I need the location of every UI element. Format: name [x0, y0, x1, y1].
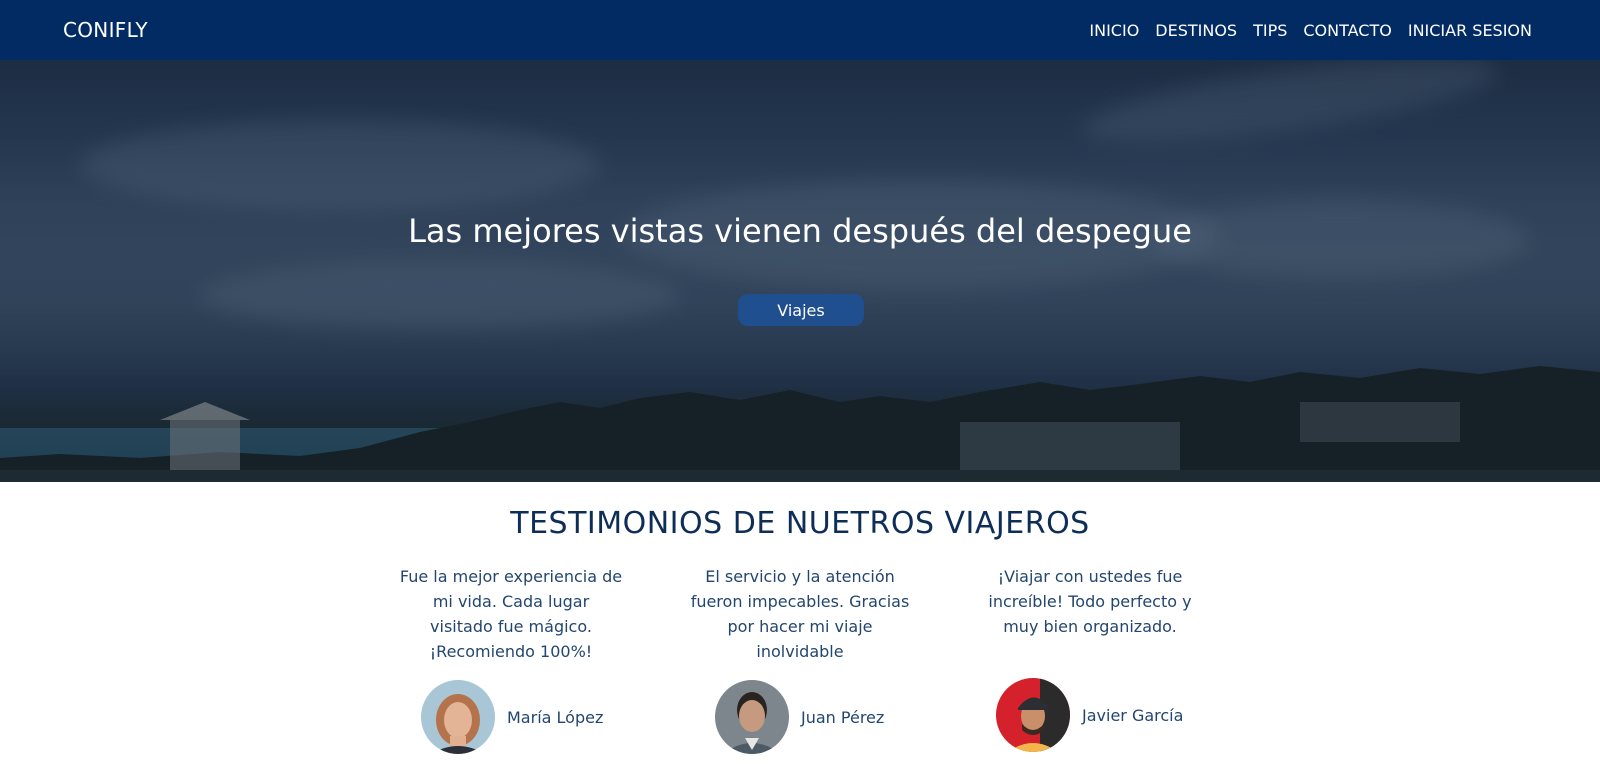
testimonial-quote: El servicio y la atención fueron impecab… — [690, 567, 910, 661]
nav-link-tips[interactable]: TIPS — [1253, 21, 1287, 40]
nav-link-iniciar-sesion[interactable]: INICIAR SESION — [1408, 21, 1532, 40]
navbar: CONIFLY INICIO DESTINOS TIPS CONTACTO IN… — [0, 0, 1600, 60]
testimonial-author: Juan Pérez — [715, 680, 884, 754]
avatar — [421, 680, 495, 754]
testimonials-title: TESTIMONIOS DE NUETROS VIAJEROS — [510, 506, 1090, 541]
testimonials-section: TESTIMONIOS DE NUETROS VIAJEROS Fue la m… — [0, 482, 1600, 764]
nav-link-destinos[interactable]: DESTINOS — [1155, 21, 1237, 40]
testimonial-card: Fue la mejor experiencia de mi vida. Cad… — [399, 564, 623, 664]
testimonial-author: Javier García — [996, 678, 1183, 752]
author-name: María López — [507, 707, 604, 727]
testimonial-card: ¡Viajar con ustedes fue increíble! Todo … — [978, 564, 1202, 639]
testimonial-author: María López — [421, 680, 603, 754]
hero-title: Las mejores vistas vienen después del de… — [408, 212, 1192, 250]
hero-content: Las mejores vistas vienen después del de… — [0, 60, 1600, 482]
author-name: Javier García — [1082, 705, 1184, 725]
viajes-button[interactable]: Viajes — [738, 294, 864, 326]
nav-link-contacto[interactable]: CONTACTO — [1303, 21, 1391, 40]
brand-logo[interactable]: CONIFLY — [63, 18, 148, 42]
testimonial-quote: Fue la mejor experiencia de mi vida. Cad… — [399, 567, 623, 661]
testimonial-card: El servicio y la atención fueron impecab… — [688, 564, 912, 664]
nav-links: INICIO DESTINOS TIPS CONTACTO INICIAR SE… — [1089, 21, 1532, 40]
hero-section: Las mejores vistas vienen después del de… — [0, 60, 1600, 482]
avatar — [715, 680, 789, 754]
nav-link-inicio[interactable]: INICIO — [1089, 21, 1139, 40]
avatar — [996, 678, 1070, 752]
testimonial-quote: ¡Viajar con ustedes fue increíble! Todo … — [988, 567, 1192, 636]
author-name: Juan Pérez — [801, 707, 885, 727]
